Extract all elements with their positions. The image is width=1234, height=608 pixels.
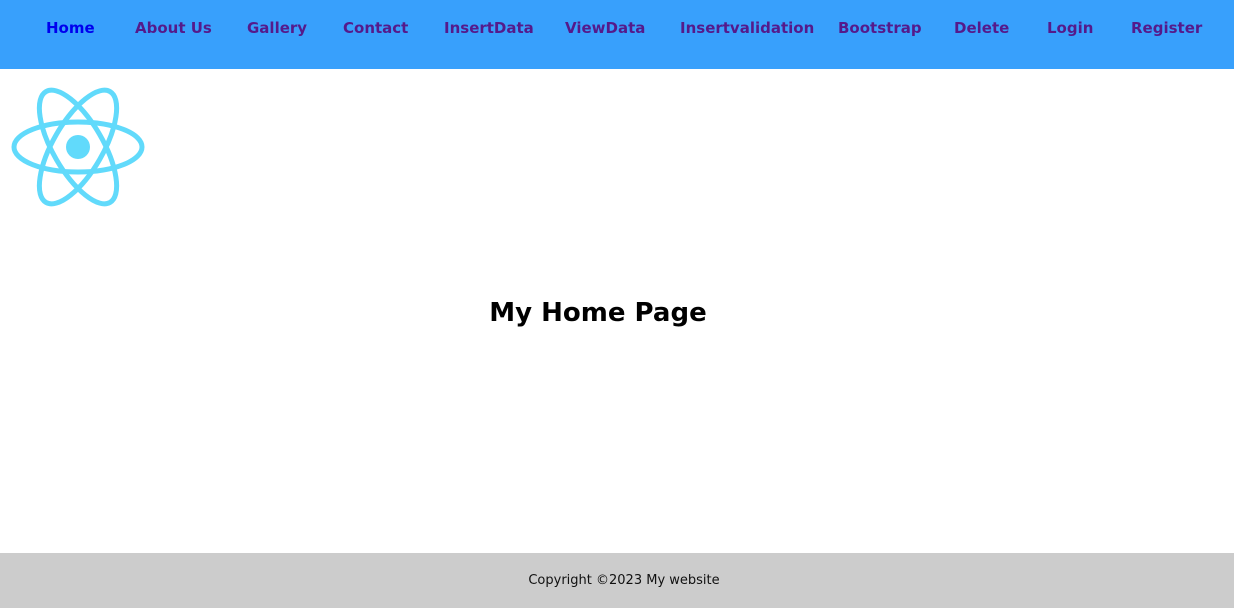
nav-insertdata-link[interactable]: InsertData — [444, 18, 534, 38]
nav-viewdata-link[interactable]: ViewData — [565, 18, 645, 38]
footer: Copyright ©2023 My website — [0, 553, 1234, 608]
page: Home About Us Gallery Contact InsertData… — [0, 0, 1234, 608]
nav-home-link[interactable]: Home — [46, 18, 95, 38]
nav-insertvalidation-link[interactable]: Insertvalidation — [680, 18, 814, 38]
nav-contact-link[interactable]: Contact — [343, 18, 408, 38]
nav-bootstrap-link[interactable]: Bootstrap — [838, 18, 922, 38]
navbar: Home About Us Gallery Contact InsertData… — [0, 0, 1234, 69]
react-logo-icon — [10, 86, 146, 208]
footer-copyright: Copyright ©2023 My website — [528, 573, 720, 588]
nav-register-link[interactable]: Register — [1131, 18, 1202, 38]
nav-login-link[interactable]: Login — [1047, 18, 1093, 38]
page-title: My Home Page — [489, 298, 707, 328]
nav-delete-link[interactable]: Delete — [954, 18, 1009, 38]
nav-about-us-link[interactable]: About Us — [135, 18, 212, 38]
nav-gallery-link[interactable]: Gallery — [247, 18, 307, 38]
